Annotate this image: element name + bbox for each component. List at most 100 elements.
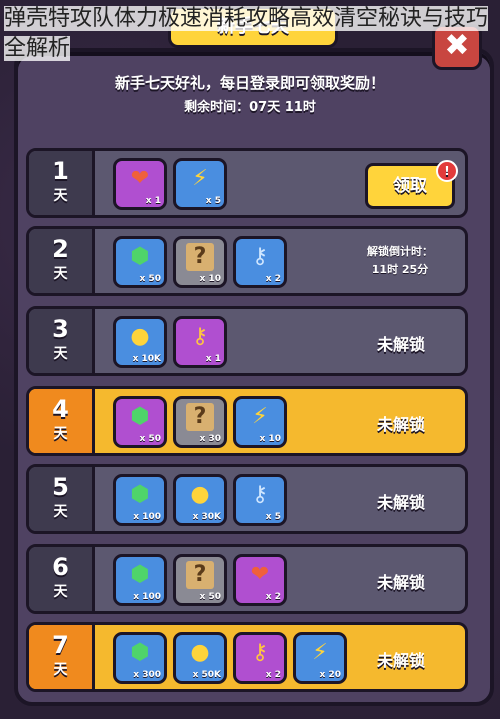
day-row-7: 7 天 ⬢ x 300 ● x 50K ⚷ x 2 ⚡ x 20 未解锁 <box>26 622 468 692</box>
coin-icon: ● <box>190 640 210 665</box>
caption-overlay: 弹壳特攻队体力极速消耗攻略高效清空秘诀与技巧全解析 <box>0 0 500 64</box>
lightning-icon: ⚡ <box>312 640 328 665</box>
reward-item[interactable]: ⬢ x 50 <box>113 396 167 448</box>
reward-item[interactable]: ⚷ x 2 <box>233 236 287 288</box>
unlock-countdown: 解锁倒计时： 11时 25分 <box>345 243 455 279</box>
locked-status: 未解锁 <box>376 415 425 434</box>
reward-quantity: x 50 <box>139 434 161 444</box>
key-icon: ⚷ <box>251 482 269 507</box>
reward-quantity: x 10 <box>199 274 221 284</box>
reward-item[interactable]: ● x 50K <box>173 632 227 684</box>
scroll-icon: ? <box>186 403 214 431</box>
reward-item[interactable]: ⚷ x 5 <box>233 474 287 526</box>
caption-text: 弹壳特攻队体力极速消耗攻略高效清空秘诀与技巧全解析 <box>4 6 489 61</box>
reward-quantity: x 10K <box>132 354 161 364</box>
heart-icon: ❤ <box>250 562 270 587</box>
reward-quantity: x 50 <box>139 274 161 284</box>
reward-quantity: x 50 <box>199 592 221 602</box>
reward-quantity: x 50K <box>192 670 221 680</box>
heart-icon: ❤ <box>130 166 150 191</box>
day-label: 3天 <box>29 309 95 373</box>
day-unit: 天 <box>53 266 68 282</box>
remaining-time: 剩余时间：07天 11时 <box>184 100 316 115</box>
lightning-icon: ⚡ <box>252 404 268 429</box>
day-label: 6天 <box>29 547 95 611</box>
reward-quantity: x 5 <box>265 512 281 522</box>
day-row-4: 4 天 ⬢ x 50? x 30 ⚡ x 10 未解锁 <box>26 386 468 456</box>
reward-item[interactable]: ? x 50 <box>173 554 227 606</box>
reward-item[interactable]: ❤ x 2 <box>233 554 287 606</box>
reward-item[interactable]: ⚷ x 2 <box>233 632 287 684</box>
day-row-5: 5 天 ⬢ x 100 ● x 30K ⚷ x 5 未解锁 <box>26 464 468 534</box>
locked-status: 未解锁 <box>376 335 425 354</box>
day-unit: 天 <box>53 662 68 678</box>
countdown-value: 11时 25分 <box>371 263 429 276</box>
scroll-icon: ? <box>186 243 214 271</box>
countdown-label: 解锁倒计时： <box>367 245 433 258</box>
reward-item[interactable]: ⚡ x 20 <box>293 632 347 684</box>
lightning-icon: ⚡ <box>192 166 208 191</box>
gem-icon: ⬢ <box>130 640 150 665</box>
gem-icon: ⬢ <box>130 404 150 429</box>
coin-icon: ● <box>190 482 210 507</box>
gem-icon: ⬢ <box>130 562 150 587</box>
reward-item[interactable]: ⬢ x 50 <box>113 236 167 288</box>
day-unit: 天 <box>53 188 68 204</box>
day-number: 5 <box>52 473 69 501</box>
locked-status: 未解锁 <box>376 493 425 512</box>
gem-icon: ⬢ <box>130 482 150 507</box>
key-icon: ⚷ <box>251 244 269 269</box>
day-number: 1 <box>52 157 69 185</box>
day-row-2: 2 天 ⬢ x 50? x 10 ⚷ x 2 解锁倒计时： 11时 25分 <box>26 226 468 296</box>
reward-quantity: x 20 <box>319 670 341 680</box>
reward-item[interactable]: ⬢ x 300 <box>113 632 167 684</box>
day-label: 7天 <box>29 625 95 689</box>
reward-item[interactable]: ? x 10 <box>173 236 227 288</box>
reward-item[interactable]: ● x 10K <box>113 316 167 368</box>
day-unit: 天 <box>53 426 68 442</box>
reward-quantity: x 300 <box>133 670 161 680</box>
reward-item[interactable]: ● x 30K <box>173 474 227 526</box>
reward-quantity: x 30 <box>199 434 221 444</box>
reward-quantity: x 1 <box>205 354 221 364</box>
day-number: 4 <box>52 395 69 423</box>
promo-message: 新手七天好礼，每日登录即可领取奖励！ <box>114 74 385 92</box>
reward-quantity: x 100 <box>133 512 161 522</box>
reward-quantity: x 100 <box>133 592 161 602</box>
day-unit: 天 <box>53 584 68 600</box>
coin-icon: ● <box>130 324 150 349</box>
reward-quantity: x 10 <box>259 434 281 444</box>
day-label: 1天 <box>29 151 95 215</box>
key-icon: ⚷ <box>191 324 209 349</box>
day-unit: 天 <box>53 346 68 362</box>
reward-item[interactable]: ❤ x 1 <box>113 158 167 210</box>
day-number: 7 <box>52 631 69 659</box>
locked-status: 未解锁 <box>376 573 425 592</box>
day-unit: 天 <box>53 504 68 520</box>
day-row-6: 6 天 ⬢ x 100? x 50 ❤ x 2 未解锁 <box>26 544 468 614</box>
day-number: 6 <box>52 553 69 581</box>
day-label: 4天 <box>29 389 95 453</box>
day-number: 2 <box>52 235 69 263</box>
reward-item[interactable]: ? x 30 <box>173 396 227 448</box>
day-label: 5天 <box>29 467 95 531</box>
key-icon: ⚷ <box>251 640 269 665</box>
reward-item[interactable]: ⬢ x 100 <box>113 474 167 526</box>
scroll-icon: ? <box>186 561 214 589</box>
day-row-1: 1 天 ❤ x 1 ⚡ x 5 领取! <box>26 148 468 218</box>
reward-quantity: x 30K <box>192 512 221 522</box>
reward-quantity: x 2 <box>265 592 281 602</box>
reward-quantity: x 5 <box>205 196 221 206</box>
day-label: 2天 <box>29 229 95 293</box>
reward-item[interactable]: ⚷ x 1 <box>173 316 227 368</box>
reward-quantity: x 2 <box>265 274 281 284</box>
reward-item[interactable]: ⚡ x 10 <box>233 396 287 448</box>
gem-icon: ⬢ <box>130 244 150 269</box>
notification-dot-icon: ! <box>436 160 458 182</box>
reward-item[interactable]: ⬢ x 100 <box>113 554 167 606</box>
claim-button[interactable]: 领取! <box>365 160 458 209</box>
reward-quantity: x 1 <box>145 196 161 206</box>
reward-item[interactable]: ⚡ x 5 <box>173 158 227 210</box>
day-row-3: 3 天 ● x 10K ⚷ x 1 未解锁 <box>26 306 468 376</box>
reward-quantity: x 2 <box>265 670 281 680</box>
